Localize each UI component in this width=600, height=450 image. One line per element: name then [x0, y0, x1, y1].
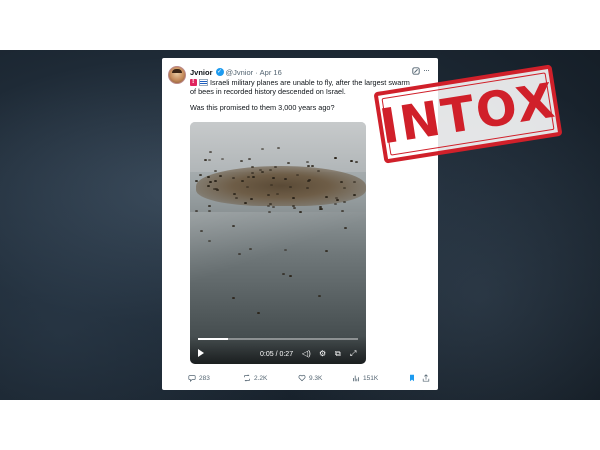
video-progress-fill: [198, 338, 228, 340]
settings-icon[interactable]: ⚙: [319, 349, 326, 359]
bee-dot: [267, 204, 271, 207]
avatar[interactable]: [168, 66, 186, 84]
bee-dot: [333, 202, 337, 205]
bee-dot: [288, 185, 292, 188]
bookmark-button[interactable]: [408, 374, 416, 382]
repost-icon: [244, 374, 250, 382]
tweet-actions: 283 2.2K 9.3K 151K: [188, 374, 432, 386]
bee-dot: [319, 207, 323, 210]
bee-dot: [318, 295, 322, 298]
bee-dot: [283, 248, 287, 251]
bee-dot: [270, 183, 274, 186]
reply-icon: [188, 375, 196, 382]
bee-dot: [250, 197, 254, 200]
verified-badge-icon: ✓: [215, 68, 224, 76]
bee-dot: [324, 195, 328, 198]
like-count: 9.3K: [309, 374, 323, 382]
bee-dot: [307, 164, 311, 167]
reply-button[interactable]: 283: [188, 374, 210, 382]
views-count: 151K: [363, 374, 379, 382]
repost-button[interactable]: 2.2K: [243, 374, 267, 382]
tweet-header: Jvnior ✓ @Jvnior · Apr 16: [190, 66, 282, 78]
reply-count: 283: [199, 374, 210, 382]
bee-dot: [195, 209, 199, 212]
share-icon: [422, 374, 430, 382]
display-name[interactable]: Jvnior: [190, 68, 213, 77]
video-glare: [190, 212, 366, 292]
share-button[interactable]: [422, 374, 430, 382]
bee-dot: [251, 165, 255, 168]
bee-swarm: [196, 166, 366, 206]
bee-dot: [293, 206, 297, 209]
views-icon: [353, 375, 359, 382]
bee-dot: [207, 184, 211, 187]
bee-dot: [204, 158, 208, 161]
bee-dot: [232, 297, 236, 300]
bee-dot: [232, 193, 236, 196]
bee-dot: [342, 200, 346, 203]
bee-dot: [199, 229, 203, 232]
bee-dot: [287, 162, 291, 165]
more-icon[interactable]: ···: [423, 65, 430, 75]
bee-dot: [257, 312, 261, 315]
play-icon[interactable]: [198, 349, 204, 357]
bee-dot: [307, 178, 311, 181]
views-button[interactable]: 151K: [352, 374, 378, 382]
bee-dot: [232, 176, 236, 179]
bee-dot: [291, 196, 295, 199]
pip-icon[interactable]: ⧉: [335, 349, 341, 359]
fullscreen-icon[interactable]: ⤢: [350, 349, 356, 359]
bee-dot: [207, 159, 211, 162]
bee-dot: [272, 205, 276, 208]
bee-dot: [274, 165, 278, 168]
bookmark-icon: [410, 374, 414, 382]
bee-dot: [281, 273, 285, 276]
bee-dot: [283, 177, 287, 180]
video-time: 0:05 / 0:27: [260, 351, 294, 358]
grok-icon[interactable]: [412, 67, 420, 75]
video-player[interactable]: 0:05 / 0:27 ◁) ⚙ ⧉ ⤢: [190, 122, 366, 364]
israel-flag-icon: [199, 79, 209, 86]
alert-emoji-icon: [190, 77, 197, 86]
bee-dot: [208, 205, 212, 207]
like-button[interactable]: 9.3K: [298, 374, 322, 382]
bee-dot: [208, 150, 212, 153]
stamp-text: INTOX: [376, 72, 560, 156]
separator: ·: [255, 67, 258, 77]
tweet-question: Was this promised to them 3,000 years ag…: [190, 103, 335, 112]
bee-dot: [349, 159, 353, 162]
volume-icon[interactable]: ◁): [302, 349, 311, 359]
bee-dot: [276, 146, 280, 149]
bee-dot: [198, 173, 202, 176]
repost-count: 2.2K: [254, 374, 268, 382]
bee-dot: [260, 170, 264, 173]
bee-dot: [288, 274, 292, 277]
video-progress-bar[interactable]: [198, 338, 358, 340]
bee-dot: [333, 157, 337, 160]
bee-dot: [325, 249, 329, 252]
handle[interactable]: @Jvnior: [226, 68, 254, 77]
bee-dot: [241, 179, 245, 182]
bee-dot: [266, 193, 270, 196]
tweet-date[interactable]: Apr 16: [260, 68, 282, 77]
like-icon: [298, 374, 306, 382]
bee-dot: [214, 188, 218, 191]
